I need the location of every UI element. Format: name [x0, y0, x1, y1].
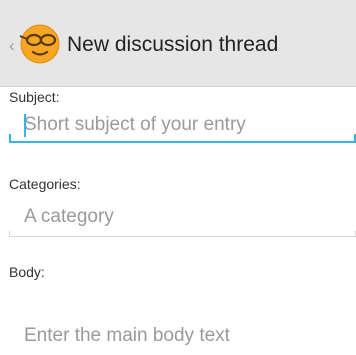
up-navigation-icon[interactable]: ‹ [9, 37, 15, 54]
subject-input-left-tick [9, 134, 11, 143]
subject-input[interactable] [9, 108, 356, 142]
glasses-face-icon[interactable] [17, 24, 61, 64]
subject-input-underline [9, 141, 356, 143]
categories-input[interactable] [9, 200, 356, 234]
text-cursor [24, 114, 26, 137]
categories-input-underline [9, 236, 356, 237]
action-bar-divider [0, 86, 356, 87]
body-input[interactable] [9, 319, 356, 353]
screen: ‹ New discussion thread Subject: Categor… [0, 0, 356, 355]
body-label: Body: [9, 264, 45, 280]
categories-input-left-tick [9, 231, 10, 237]
page-title: New discussion thread [67, 33, 279, 56]
action-bar: ‹ New discussion thread [0, 0, 356, 86]
subject-label: Subject: [9, 89, 60, 105]
categories-label: Categories: [9, 176, 81, 192]
